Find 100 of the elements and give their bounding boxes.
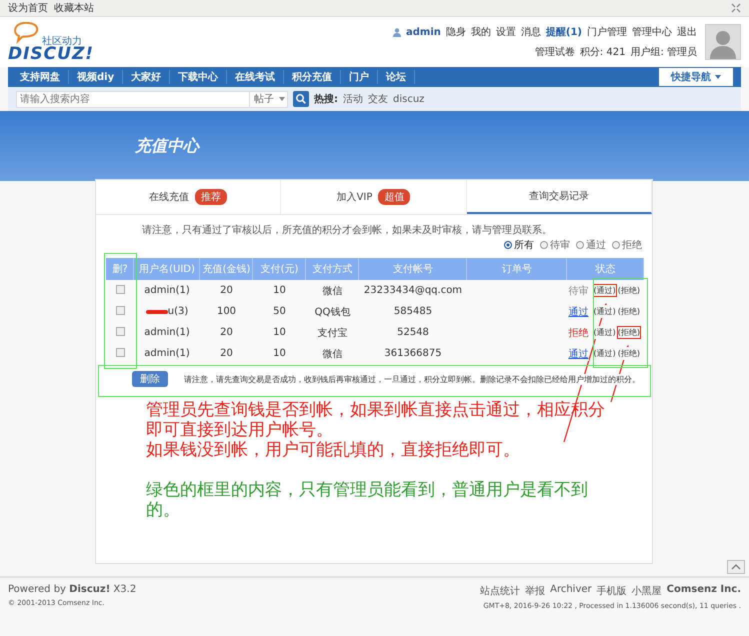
header-link[interactable]: 门户管理	[587, 25, 627, 39]
caret-icon	[279, 97, 285, 101]
status-label[interactable]: 通过	[568, 304, 588, 318]
top-link[interactable]: 设为首页	[8, 1, 48, 15]
action-link[interactable]: (通过)	[592, 305, 617, 318]
filter-radio[interactable]: 通过	[576, 238, 606, 252]
avatar-icon[interactable]	[705, 24, 741, 60]
footer-link[interactable]: 小黑屋	[632, 584, 662, 598]
search-icon[interactable]	[293, 91, 309, 107]
action-link[interactable]: (拒绝)	[616, 326, 641, 339]
username-link[interactable]: admin	[406, 26, 441, 38]
header-link[interactable]: 退出	[677, 25, 697, 39]
filter-radio[interactable]: 待审	[540, 238, 570, 252]
column-header: 支付帐号	[359, 258, 467, 280]
table-cell: 10	[253, 280, 306, 301]
status-label[interactable]: 通过	[568, 346, 588, 360]
caret-icon	[715, 75, 721, 79]
table-cell: 52548	[359, 322, 467, 343]
tab[interactable]: 在线充值 推荐	[96, 180, 282, 214]
hot-link[interactable]: discuz	[393, 94, 424, 104]
table-cell: 23233434@qq.com	[359, 280, 467, 301]
row-checkbox[interactable]	[116, 326, 124, 336]
status-label: 待审	[568, 284, 588, 298]
action-link[interactable]: (拒绝)	[616, 305, 641, 318]
column-header: 支付方式	[306, 258, 359, 280]
company-link[interactable]: Comsenz Inc.	[666, 584, 741, 598]
hot-link[interactable]: 交友	[368, 92, 388, 106]
nav-item[interactable]: 支持网盘	[12, 70, 69, 84]
logo-tagline: 社区动力	[42, 34, 82, 47]
logo-wordmark[interactable]: DISCUZ!	[8, 44, 94, 64]
nav-item[interactable]: 门户	[341, 70, 378, 84]
top-link[interactable]: 收藏本站	[54, 1, 94, 15]
footer-link[interactable]: 站点统计	[480, 584, 520, 598]
table-cell: u(3)	[168, 306, 188, 318]
status-label: 拒绝	[568, 326, 588, 340]
table-cell: 微信	[306, 280, 359, 301]
action-link[interactable]: (拒绝)	[616, 347, 641, 360]
action-link[interactable]: (通过)	[592, 347, 617, 360]
header-link[interactable]: 管理试卷	[534, 45, 575, 59]
annotation-text: 绿色的框里的内容，只有管理员能看到，普通用户是看不到的。	[146, 480, 589, 520]
table-cell: QQ钱包	[306, 301, 359, 322]
table-cell: admin(1)	[144, 285, 190, 296]
filter-radio[interactable]: 拒绝	[612, 238, 642, 252]
header-link[interactable]: 我的	[470, 25, 491, 39]
back-to-top-icon[interactable]	[727, 560, 745, 574]
row-checkbox[interactable]	[116, 284, 124, 294]
nav-item[interactable]: 大家好	[123, 70, 170, 84]
table-cell: 20	[200, 343, 253, 364]
column-header: 删?	[106, 258, 134, 280]
nav-item[interactable]: 在线考试	[227, 70, 284, 84]
footer-link[interactable]: Archiver	[550, 584, 592, 598]
header-link[interactable]: 设置	[496, 25, 516, 39]
delete-button[interactable]: 删除	[132, 371, 168, 387]
resize-icon[interactable]	[731, 3, 741, 13]
footer-link[interactable]: 手机版	[596, 584, 627, 598]
user-status[interactable]: 隐身	[446, 25, 466, 39]
row-checkbox[interactable]	[116, 348, 124, 356]
tab[interactable]: 查询交易记录	[466, 180, 652, 214]
table-cell: admin(1)	[144, 348, 190, 359]
powered-by: Powered by Discuz! X3.2	[8, 584, 136, 595]
notice-text: 请注意，只有通过了审核以后，所充值的积分才会到帐，如果未及时审核，请与管理员联系。	[142, 224, 553, 237]
table-cell: admin(1)	[144, 327, 190, 338]
nav-item[interactable]: 论坛	[378, 70, 416, 84]
nav-item[interactable]: 下载中心	[170, 70, 228, 84]
column-header: 支付(元)	[253, 258, 306, 280]
hot-link[interactable]: 活动	[343, 92, 363, 106]
table-cell: 10	[253, 343, 306, 364]
tab[interactable]: 加入VIP 超值	[281, 180, 467, 214]
action-link[interactable]: (拒绝)	[616, 284, 641, 297]
search-field[interactable]: 请输入搜索内容	[16, 90, 250, 108]
nav-item[interactable]: 视频diy	[69, 70, 124, 84]
column-header: 用户名(UID)	[134, 258, 200, 280]
quick-nav-button[interactable]: 快捷导航	[659, 68, 733, 86]
hot-label: 热搜:	[314, 92, 338, 106]
table-cell: 361366875	[359, 343, 467, 364]
header-link[interactable]: 消息	[520, 25, 541, 39]
nav-item[interactable]: 积分充值	[284, 70, 342, 84]
table-cell: 585485	[359, 301, 467, 322]
header-link[interactable]: 用户组: 管理员	[630, 45, 697, 59]
table-cell: 支付宝	[306, 322, 359, 343]
header-link[interactable]: 管理中心	[632, 25, 672, 39]
column-header: 充值(金钱)	[200, 258, 253, 280]
header-link[interactable]: 积分: 421	[580, 45, 626, 59]
user-icon	[393, 28, 402, 36]
search-type-select[interactable]: 帖子	[250, 90, 288, 108]
table-cell: 20	[200, 322, 253, 343]
column-header: 状态	[567, 258, 644, 280]
table-cell: 100	[200, 301, 253, 322]
table-cell: 微信	[306, 343, 359, 364]
table-cell: 10	[253, 322, 306, 343]
table-cell: 20	[200, 280, 253, 301]
footer-link[interactable]: 举报	[525, 584, 546, 598]
action-link[interactable]: (通过)	[592, 284, 617, 297]
table-cell: 50	[253, 301, 306, 322]
header-link[interactable]: 提醒(1)	[546, 25, 582, 39]
filter-radio[interactable]: 所有	[504, 238, 534, 252]
column-header: 订单号	[467, 258, 567, 280]
row-checkbox[interactable]	[116, 306, 124, 314]
banner-title: 充值中心	[135, 136, 199, 156]
action-link[interactable]: (通过)	[592, 326, 617, 339]
